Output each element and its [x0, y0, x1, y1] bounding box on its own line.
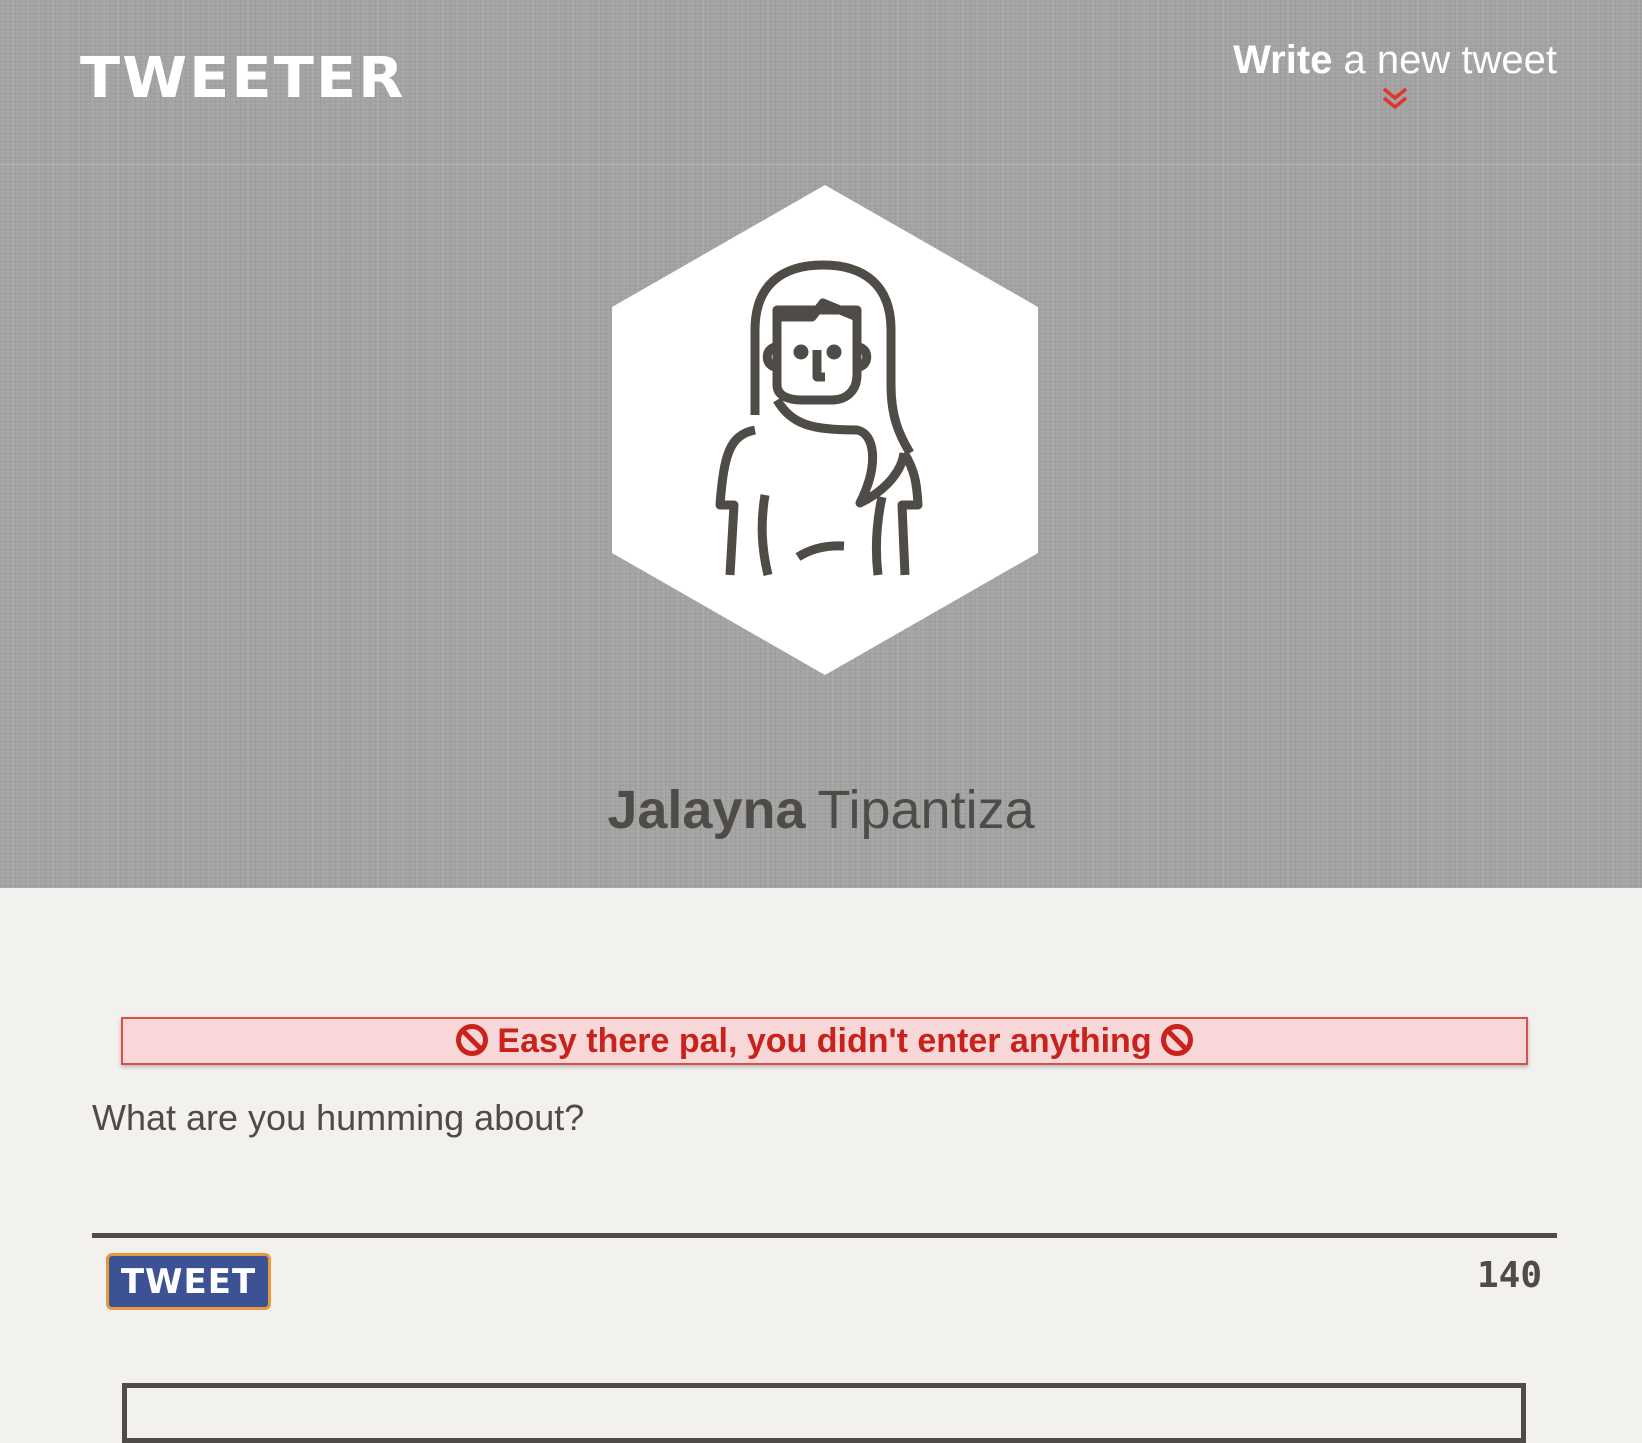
profile-last-name: Tipantiza: [817, 780, 1035, 840]
error-message: Easy there pal, you didn't enter anythin…: [497, 1022, 1152, 1060]
tweet-input[interactable]: [92, 1090, 1557, 1238]
woman-avatar-icon: [612, 185, 1038, 675]
write-new-tweet-toggle[interactable]: Write a new tweet: [1233, 36, 1557, 112]
double-chevron-down-icon: [1382, 87, 1408, 110]
no-entry-icon: [456, 1024, 489, 1057]
tweet-button[interactable]: TWEET: [106, 1253, 271, 1310]
profile-header: TWEETER Write a new tweet Jalayna Tipant…: [0, 0, 1642, 888]
write-new-tweet-strong: Write: [1233, 38, 1333, 82]
write-new-tweet-label: Write a new tweet: [1233, 36, 1557, 84]
write-new-tweet-rest: a new tweet: [1343, 38, 1557, 82]
profile-first-name: Jalayna: [607, 780, 806, 840]
avatar: [612, 185, 1038, 675]
app-logo[interactable]: TWEETER: [80, 44, 406, 114]
tweet-card: [122, 1383, 1526, 1443]
profile-name: Jalayna Tipantiza: [0, 770, 1642, 850]
no-entry-icon: [1160, 1024, 1193, 1057]
error-banner: Easy there pal, you didn't enter anythin…: [121, 1017, 1528, 1065]
character-counter: 140: [1476, 1255, 1542, 1296]
navbar: TWEETER Write a new tweet: [0, 0, 1642, 165]
